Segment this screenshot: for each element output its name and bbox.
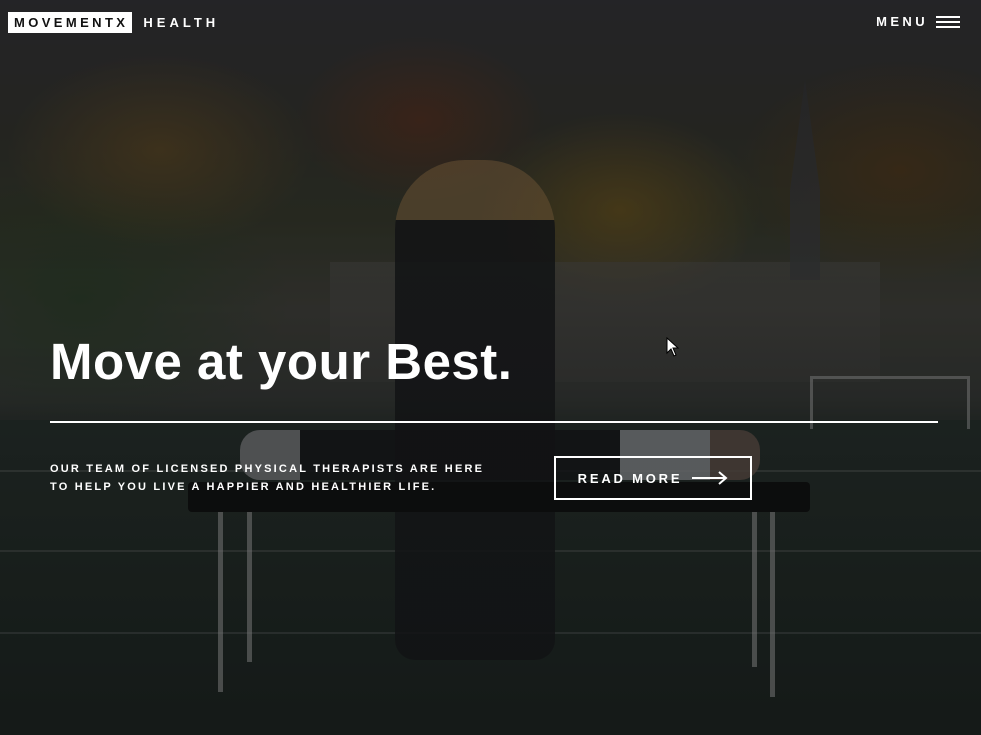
mouse-pointer-icon	[666, 337, 680, 357]
hero-headline: Move at your Best.	[50, 333, 513, 390]
hero-tagline: OUR TEAM OF LICENSED PHYSICAL THERAPISTS…	[50, 460, 550, 496]
read-more-label: READ MORE	[577, 470, 683, 486]
arrow-right-icon	[692, 471, 728, 485]
hamburger-icon	[936, 15, 960, 28]
logo-wordmark-suffix: HEALTH	[143, 15, 220, 30]
menu-button[interactable]: MENU	[876, 14, 960, 29]
read-more-button[interactable]: READ MORE	[554, 456, 752, 500]
logo-wordmark-box: MOVEMENTX	[8, 12, 133, 33]
hero-tagline-line1: OUR TEAM OF LICENSED PHYSICAL THERAPISTS…	[50, 463, 485, 475]
menu-label: MENU	[876, 14, 928, 29]
hero-tagline-line2: TO HELP YOU LIVE A HAPPIER AND HEALTHIER…	[50, 481, 437, 493]
site-logo[interactable]: MOVEMENTX HEALTH	[8, 12, 219, 33]
hero-divider	[50, 421, 938, 423]
